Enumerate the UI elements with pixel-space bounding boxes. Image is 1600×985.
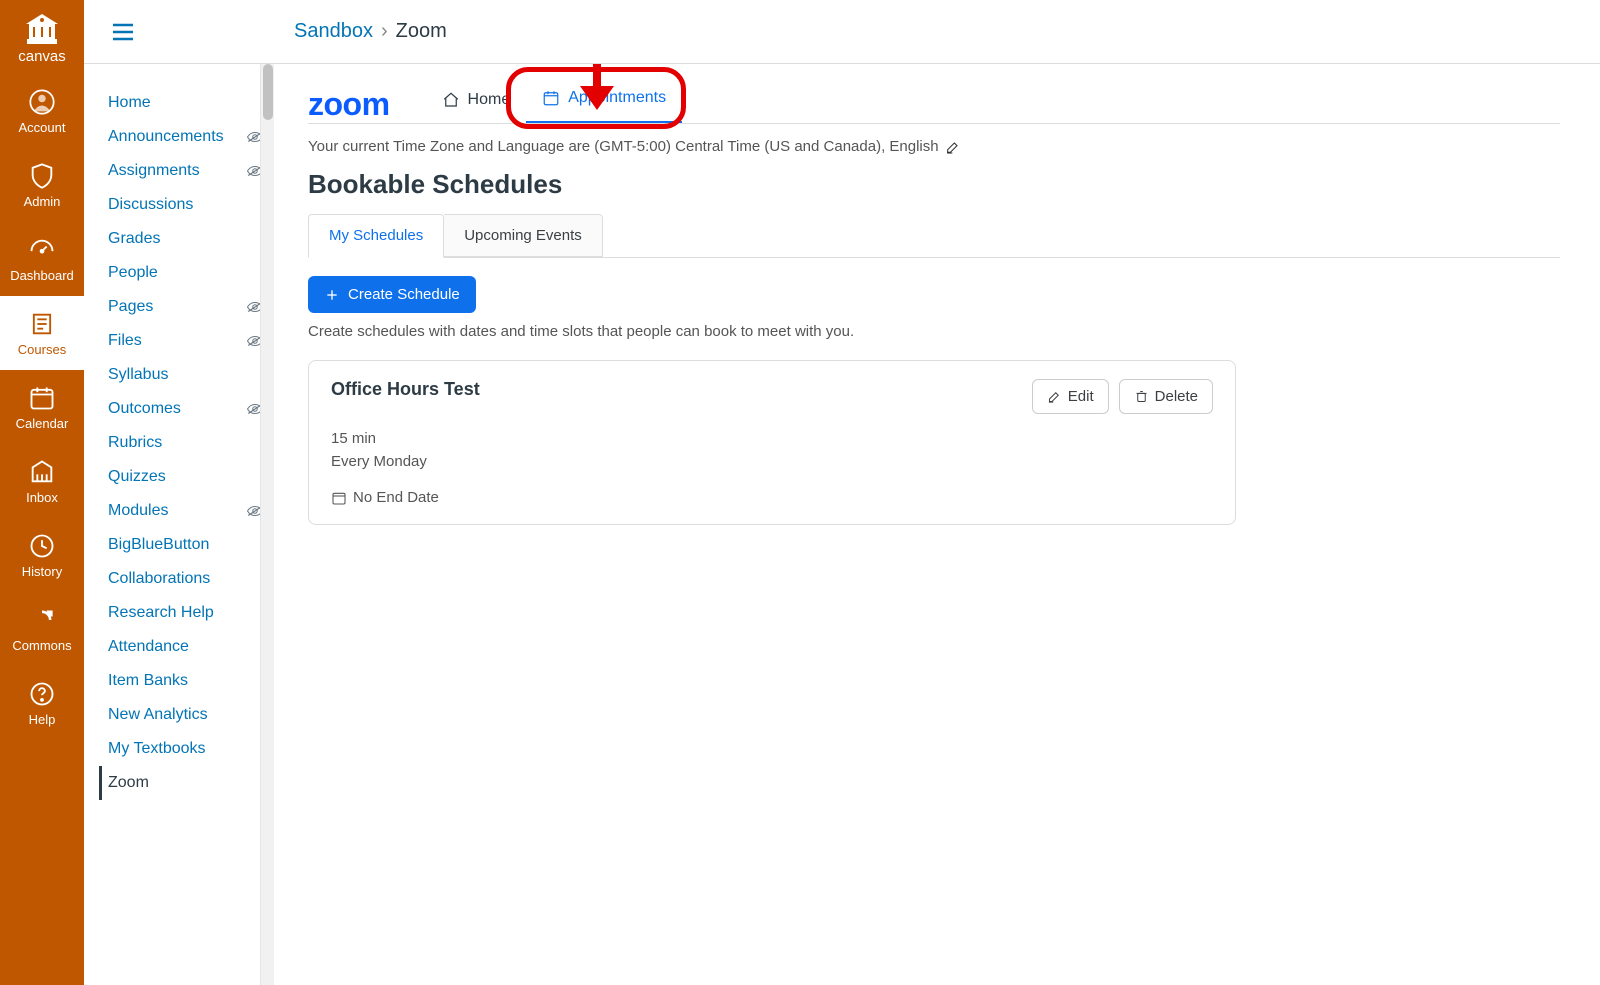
course-nav-item-outcomes[interactable]: Outcomes [108,392,274,426]
canvas-logo-label: canvas [18,48,66,65]
course-nav-item-grades[interactable]: Grades [108,222,274,256]
delete-label: Delete [1155,388,1198,405]
pencil-icon [1047,389,1062,404]
course-nav-item-research-help[interactable]: Research Help [108,596,274,630]
zoom-tab-appointments[interactable]: Appointments [526,77,682,123]
course-nav-label: Home [108,94,151,112]
course-nav-item-files[interactable]: Files [108,324,274,358]
course-nav-label: Discussions [108,196,193,214]
home-icon [442,91,460,109]
trash-icon [1134,389,1149,404]
course-nav-item-my-textbooks[interactable]: My Textbooks [108,732,274,766]
tab-upcoming-events[interactable]: Upcoming Events [444,214,603,257]
nav-account[interactable]: Account [0,74,84,148]
nav-calendar[interactable]: Calendar [0,370,84,444]
plus-icon [324,287,340,303]
course-nav-item-home[interactable]: Home [108,86,274,120]
zoom-logo: zoom [308,86,390,123]
course-nav-item-quizzes[interactable]: Quizzes [108,460,274,494]
breadcrumb-course[interactable]: Sandbox [294,20,373,43]
schedule-end: No End Date [353,489,439,506]
inner-tabs: My Schedules Upcoming Events [308,214,1560,258]
schedule-recurrence: Every Monday [331,451,1213,474]
delete-schedule-button[interactable]: Delete [1119,379,1213,414]
timezone-line: Your current Time Zone and Language are … [308,124,1560,165]
calendar-small-icon [331,490,347,506]
create-schedule-label: Create Schedule [348,286,460,303]
hamburger-icon[interactable] [112,23,134,41]
course-nav-label: Item Banks [108,672,188,690]
breadcrumb-bar: Sandbox › Zoom [84,0,1600,64]
course-nav: Home Announcements Assignments Discussions G… [84,64,274,985]
course-nav-label: Quizzes [108,468,166,486]
zoom-tab-home[interactable]: Home [426,79,527,123]
zoom-tab-home-label: Home [468,91,511,109]
course-nav-label: Attendance [108,638,189,656]
course-nav-label: People [108,264,158,282]
course-nav-label: Files [108,332,142,350]
course-nav-item-assignments[interactable]: Assignments [108,154,274,188]
course-nav-label: Announcements [108,128,224,146]
nav-admin[interactable]: Admin [0,148,84,222]
tab-my-schedules[interactable]: My Schedules [308,214,444,258]
course-nav-item-item-banks[interactable]: Item Banks [108,664,274,698]
nav-inbox[interactable]: Inbox [0,444,84,518]
course-nav-item-announcements[interactable]: Announcements [108,120,274,154]
nav-help[interactable]: Help [0,666,84,740]
course-nav-item-attendance[interactable]: Attendance [108,630,274,664]
breadcrumb-separator: › [381,20,388,43]
course-nav-label: Assignments [108,162,200,180]
course-nav-label: BigBlueButton [108,536,209,554]
canvas-logo[interactable]: canvas [0,0,84,74]
course-nav-item-modules[interactable]: Modules [108,494,274,528]
edit-schedule-button[interactable]: Edit [1032,379,1109,414]
course-nav-label: Pages [108,298,153,316]
course-nav-item-people[interactable]: People [108,256,274,290]
nav-history[interactable]: History [0,518,84,592]
edit-label: Edit [1068,388,1094,405]
course-nav-label: Collaborations [108,570,210,588]
course-nav-item-bigbluebutton[interactable]: BigBlueButton [108,528,274,562]
section-title: Bookable Schedules [308,169,1560,200]
course-nav-label: Grades [108,230,160,248]
course-nav-item-collaborations[interactable]: Collaborations [108,562,274,596]
breadcrumb-current: Zoom [396,20,447,43]
schedule-duration: 15 min [331,428,1213,451]
course-nav-label: Rubrics [108,434,162,452]
timezone-text: Your current Time Zone and Language are … [308,138,939,155]
course-nav-label: My Textbooks [108,740,206,758]
main-content: zoom Home Appointments Your current Time… [274,64,1600,985]
schedule-card: Office Hours Test Edit Delete 15 min [308,360,1236,525]
zoom-tab-appointments-label: Appointments [568,89,666,107]
course-nav-label: Syllabus [108,366,168,384]
create-schedule-button[interactable]: Create Schedule [308,276,476,313]
course-nav-label: Zoom [108,774,149,792]
course-nav-item-syllabus[interactable]: Syllabus [108,358,274,392]
course-nav-item-zoom[interactable]: Zoom [99,766,274,800]
nav-dashboard[interactable]: Dashboard [0,222,84,296]
course-nav-item-new-analytics[interactable]: New Analytics [108,698,274,732]
course-nav-item-discussions[interactable]: Discussions [108,188,274,222]
global-nav: canvas Account Admin Dashboard Courses C… [0,0,84,985]
edit-timezone-icon[interactable] [945,139,961,155]
scrollbar-thumb[interactable] [263,64,273,120]
helper-text: Create schedules with dates and time slo… [308,323,1560,340]
course-nav-item-pages[interactable]: Pages [108,290,274,324]
course-nav-item-rubrics[interactable]: Rubrics [108,426,274,460]
schedule-title: Office Hours Test [331,379,480,400]
course-nav-label: Modules [108,502,168,520]
zoom-header: zoom Home Appointments [308,64,1560,124]
course-nav-label: Outcomes [108,400,181,418]
nav-commons[interactable]: Commons [0,592,84,666]
calendar-icon [542,89,560,107]
course-nav-scrollbar[interactable] [260,64,274,985]
nav-courses[interactable]: Courses [0,296,84,370]
course-nav-label: New Analytics [108,706,208,724]
course-nav-label: Research Help [108,604,214,622]
